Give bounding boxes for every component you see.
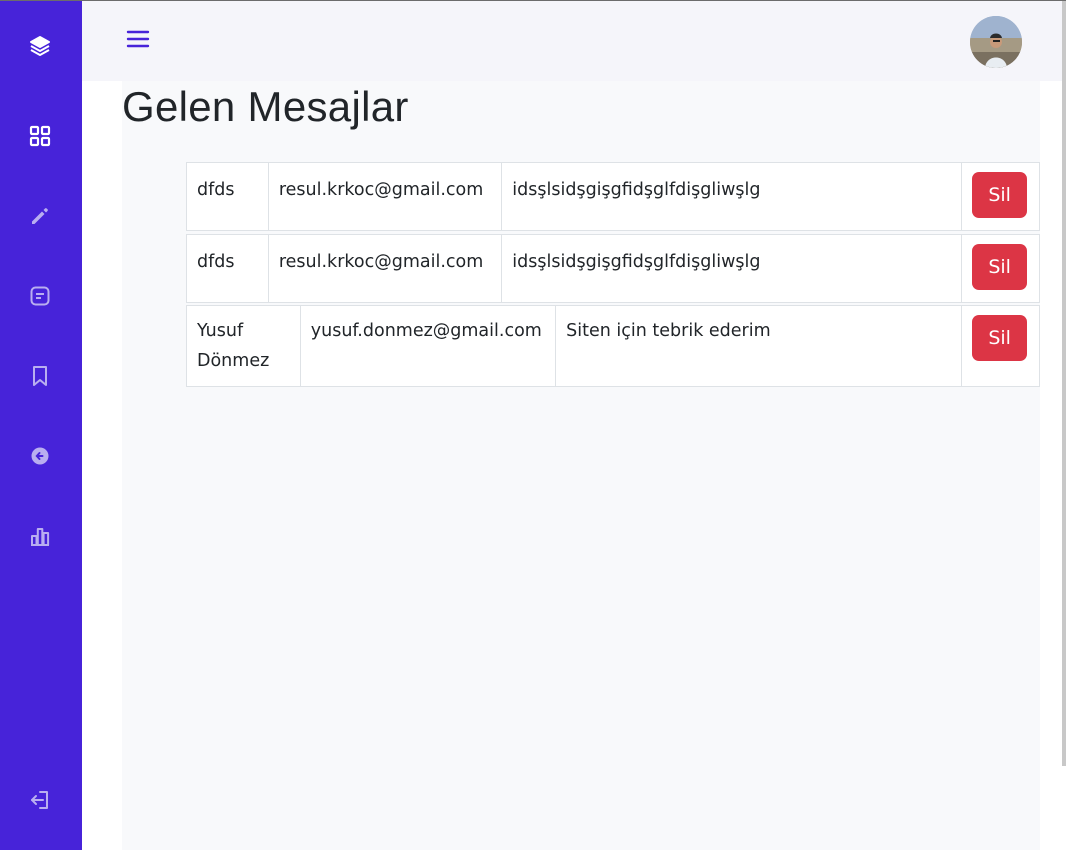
arrow-left-circle-icon[interactable] <box>24 440 56 472</box>
message-email: yusuf.donmez@gmail.com <box>301 306 557 386</box>
sidebar <box>0 1 82 850</box>
page-title: Gelen Mesajlar <box>122 83 409 130</box>
message-row: Yusuf Dönmez yusuf.donmez@gmail.com Site… <box>186 305 1040 387</box>
message-name: dfds <box>187 235 269 302</box>
message-actions: Sil <box>962 163 1039 230</box>
delete-button[interactable]: Sil <box>972 244 1028 290</box>
message-email: resul.krkoc@gmail.com <box>269 235 503 302</box>
top-header <box>82 1 1062 81</box>
message-name: Yusuf Dönmez <box>187 306 301 386</box>
message-text: idsşlsidşgişgfidşglfdişgliwşlg <box>502 235 963 302</box>
message-name: dfds <box>187 163 269 230</box>
layers-icon[interactable] <box>24 30 56 62</box>
logout-icon[interactable] <box>24 784 56 816</box>
delete-button[interactable]: Sil <box>972 172 1028 218</box>
message-actions: Sil <box>962 306 1039 386</box>
message-text: idsşlsidşgişgfidşglfdişgliwşlg <box>502 163 963 230</box>
avatar[interactable] <box>970 16 1022 68</box>
message-row: dfds resul.krkoc@gmail.com idsşlsidşgişg… <box>186 162 1040 231</box>
dashboard-grid-icon[interactable] <box>24 120 56 152</box>
message-text: Siten için tebrik ederim <box>556 306 963 386</box>
bookmark-icon[interactable] <box>24 360 56 392</box>
message-icon[interactable] <box>24 280 56 312</box>
message-row: dfds resul.krkoc@gmail.com idsşlsidşgişg… <box>186 234 1040 303</box>
scrollbar[interactable] <box>1062 1 1066 766</box>
message-email: resul.krkoc@gmail.com <box>269 163 503 230</box>
pencil-icon[interactable] <box>24 200 56 232</box>
delete-button[interactable]: Sil <box>972 315 1028 361</box>
main-content: Gelen Mesajlar dfds resul.krkoc@gmail.co… <box>122 81 1040 850</box>
message-actions: Sil <box>962 235 1039 302</box>
bar-chart-icon[interactable] <box>24 520 56 552</box>
menu-toggle-icon[interactable] <box>124 25 152 53</box>
